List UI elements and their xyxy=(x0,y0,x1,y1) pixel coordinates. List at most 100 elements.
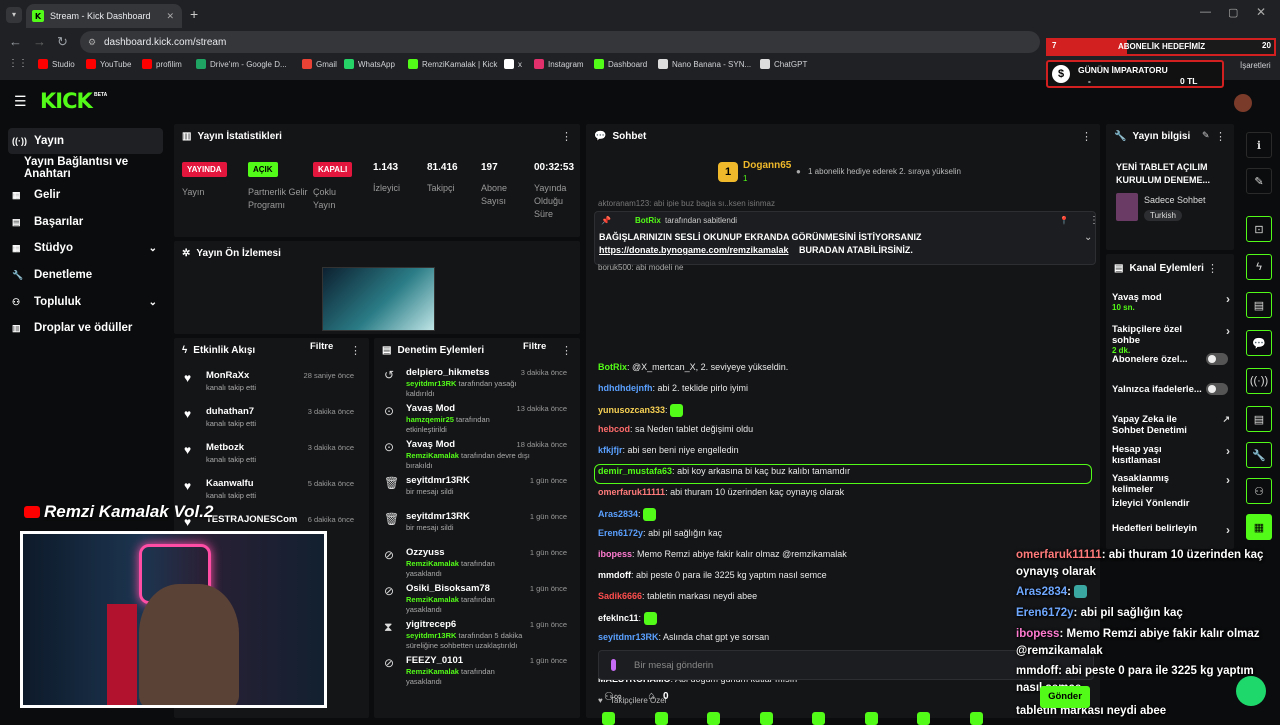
chat-message[interactable]: hdhdhdejnfh: abi 2. teklide pirlo iyimi xyxy=(598,383,748,393)
chat-username[interactable]: kfkjfjr xyxy=(598,445,623,455)
chat-message[interactable]: mmdoff: abi peste 0 para ile 3225 kg yap… xyxy=(598,570,827,580)
activity-user[interactable]: duhathan7 xyxy=(206,406,254,417)
channel-action-row[interactable]: Yasaklanmış kelimeler › xyxy=(1112,473,1230,495)
clipboard-icon[interactable]: ▤ xyxy=(1246,292,1272,318)
bookmark-item[interactable]: Gmail xyxy=(302,59,337,69)
emote-icon[interactable] xyxy=(917,712,930,725)
share-icon[interactable]: ⚇ xyxy=(1246,478,1272,504)
modlog-target[interactable]: seyitdmr13RK xyxy=(406,475,470,486)
emote-icon[interactable] xyxy=(759,712,773,725)
bookmark-item[interactable]: Instagram xyxy=(534,59,584,69)
edit-icon[interactable]: ✎ xyxy=(1246,168,1272,194)
channel-action-row[interactable]: Hedefleri belirleyin › xyxy=(1112,523,1230,537)
modlog-actor[interactable]: hamzqemir25 xyxy=(406,415,454,424)
chat-username[interactable]: demir_mustafa63 xyxy=(598,466,672,476)
all-bookmarks-link[interactable]: İşaretleri xyxy=(1240,61,1271,70)
modlog-item[interactable]: ⧗ yigitrecep6 seyitdmr13RK tarafından 5 da… xyxy=(374,616,579,652)
modlog-menu-icon[interactable]: ⋮ xyxy=(561,344,572,357)
channel-actions-menu-icon[interactable]: ⋮ xyxy=(1207,262,1218,275)
close-window-icon[interactable]: ✕ xyxy=(1256,5,1266,19)
modlog-item[interactable]: ⊘ Ozzyuss RemziKamalak tarafından yasaklan… xyxy=(374,544,579,580)
chat-message[interactable]: hebcod: sa Neden tablet değişimi oldu xyxy=(598,424,753,434)
activity-item[interactable]: ♥ Metbozk kanalı takip etti 3 dakika önce xyxy=(174,438,364,472)
activity-user[interactable]: Kaanwalfu xyxy=(206,478,254,489)
modlog-item[interactable]: ↺ delpiero_hikmetss seyitdmr13RK tarafında… xyxy=(374,364,579,400)
user-avatar[interactable] xyxy=(1234,94,1252,112)
bookmark-item[interactable]: profilim xyxy=(142,59,182,69)
edit-stream-info-icon[interactable]: ✎ xyxy=(1202,130,1210,141)
chat-message[interactable]: BotRix: @X_mertcan_X, 2. seviyeye yüksel… xyxy=(598,362,788,372)
channel-action-row[interactable]: Yapay Zeka ile Sohbet Denetimi ↗ xyxy=(1112,414,1230,436)
site-info-icon[interactable]: ⚙ xyxy=(88,37,96,48)
activity-item[interactable]: ♥ duhathan7 kanalı takip etti 3 dakika önce xyxy=(174,402,364,436)
chat-message[interactable]: Eren6172y: abi pil sağlığın kaç xyxy=(598,528,722,538)
modlog-item[interactable]: ⊘ FEEZY_0101 RemziKamalak tarafından yasak… xyxy=(374,652,579,688)
top-gifter-name[interactable]: Dogann65 xyxy=(743,160,791,171)
send-button[interactable]: Gönder xyxy=(1040,686,1090,708)
modlog-actor[interactable]: seyitdmr13RK xyxy=(406,631,456,640)
modlog-filter-button[interactable]: Filtre xyxy=(523,341,546,352)
sidebar-item-3[interactable]: ▤ Başarılar xyxy=(8,209,163,235)
sidebar-item-0[interactable]: ((·)) Yayın xyxy=(8,128,163,154)
tab-search-button[interactable]: ▾ xyxy=(6,7,22,23)
modlog-target[interactable]: Ozzyuss xyxy=(406,547,445,558)
pinned-link[interactable]: https://donate.bynogame.com/remzikamalak xyxy=(599,245,789,255)
bookmark-item[interactable]: WhatsApp xyxy=(344,59,395,69)
store-icon[interactable]: ⌂ xyxy=(648,690,655,702)
sidebar-item-2[interactable]: ▦ Gelir xyxy=(8,182,163,208)
channel-action-row[interactable]: İzleyici Yönlendir xyxy=(1112,498,1230,509)
tab-close-icon[interactable]: ✕ xyxy=(166,11,174,22)
chat-username[interactable]: omerfaruk11111 xyxy=(598,487,665,497)
toggle-switch[interactable] xyxy=(1206,383,1228,395)
sidebar-item-4[interactable]: ▦ Stüdyo ⌄ xyxy=(8,235,163,261)
chat-username[interactable]: hdhdhdejnfh xyxy=(598,383,652,393)
chat-menu-icon[interactable]: ⋮ xyxy=(1081,130,1092,143)
chat-message[interactable]: Sadik6666: tabletin markası neydi abee xyxy=(598,591,757,601)
activity-item[interactable]: ♥ MonRaXx kanalı takip etti 28 saniye önce xyxy=(174,366,364,400)
channel-action-row[interactable]: Takipçilere özel sohbe 2 dk. › xyxy=(1112,324,1230,355)
stats-menu-icon[interactable]: ⋮ xyxy=(561,130,572,143)
forward-icon[interactable]: → xyxy=(33,34,46,49)
bookmark-item[interactable]: x xyxy=(504,59,522,69)
chat-message[interactable]: yunusozcan333: xyxy=(598,403,684,417)
minimize-icon[interactable]: — xyxy=(1200,6,1211,18)
channel-action-row[interactable]: Abonelere özel... xyxy=(1112,353,1230,365)
extension-icon[interactable]: ▦ xyxy=(1246,514,1272,540)
back-icon[interactable]: ← xyxy=(9,34,22,49)
modlog-actor[interactable]: RemziKamalak xyxy=(406,559,459,568)
unpin-icon[interactable]: 📍 xyxy=(1059,216,1069,225)
channel-action-row[interactable]: Hesap yaşı kısıtlaması › xyxy=(1112,444,1230,466)
chat-username[interactable]: Sadik6666 xyxy=(598,591,642,601)
chat-message[interactable]: demir_mustafa63: abi koy arkasına bi kaç… xyxy=(598,466,850,476)
bolt-icon[interactable]: ϟ xyxy=(1246,254,1272,280)
activity-user[interactable]: Metbozk xyxy=(206,442,244,453)
channel-action-row[interactable]: Yalnızca ifadelerle... xyxy=(1112,383,1230,395)
modlog-actor[interactable]: RemziKamalak xyxy=(406,595,459,604)
modlog-item[interactable]: ⊘ Osiki_Bisoksam78 RemziKamalak tarafından… xyxy=(374,580,579,616)
emote-icon[interactable] xyxy=(602,712,615,725)
chat-username[interactable]: mmdoff xyxy=(598,570,631,580)
chat-message[interactable]: kfkjfjr: abi sen beni niye engelledin xyxy=(598,445,739,455)
bookmark-item[interactable]: Drive'ım - Google D... xyxy=(196,59,287,69)
chat-message[interactable]: Aras2834: xyxy=(598,507,657,521)
kick-logo[interactable]: KICK xyxy=(40,89,93,113)
bookmark-item[interactable]: Dashboard xyxy=(594,59,647,69)
activity-user[interactable]: MonRaXx xyxy=(206,370,249,381)
chat-message[interactable]: seyitdmr13RK: Aslında chat gpt ye sorsan xyxy=(598,632,769,642)
chat-message[interactable]: omerfaruk11111: abi thuram 10 üzerinden … xyxy=(598,487,844,497)
bookmark-item[interactable]: YouTube xyxy=(86,59,131,69)
category-thumbnail[interactable] xyxy=(1116,193,1138,221)
pinned-menu-icon[interactable]: ⋮ xyxy=(1089,215,1099,226)
chat-username[interactable]: ibopess xyxy=(598,549,632,559)
maximize-icon[interactable]: ▢ xyxy=(1228,6,1238,19)
mic-icon[interactable] xyxy=(611,659,616,671)
reload-icon[interactable]: ↻ xyxy=(57,34,68,50)
modlog-target[interactable]: seyitdmr13RK xyxy=(406,511,470,522)
sidebar-item-7[interactable]: ▥ Droplar ve ödüller xyxy=(8,315,163,341)
modlog-actor[interactable]: seyitdmr13RK xyxy=(406,379,456,388)
emote-icon[interactable] xyxy=(812,712,825,725)
chat-icon[interactable]: 💬 xyxy=(1246,330,1272,356)
chat-username[interactable]: hebcod xyxy=(598,424,630,434)
points-icon[interactable]: ⚇∞ xyxy=(604,690,622,703)
modlog-item[interactable]: 🗑 seyitdmr13RK bir mesajı sildi 1 gün önce xyxy=(374,472,579,508)
